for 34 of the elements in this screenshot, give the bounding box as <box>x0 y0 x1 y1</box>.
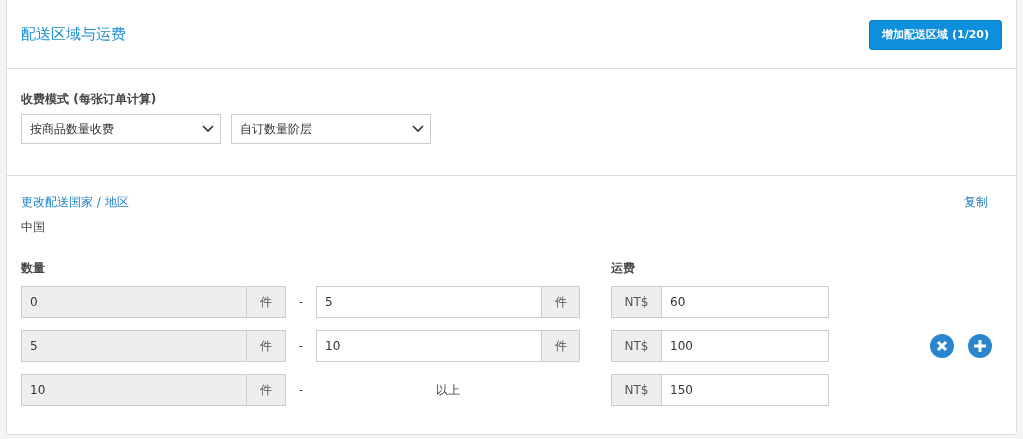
dash-text: - <box>297 295 305 309</box>
max-quantity-field[interactable]: 5 <box>316 286 541 318</box>
min-quantity-field: 10 <box>21 374 246 406</box>
remove-icon[interactable] <box>930 334 954 358</box>
section-title: 配送区域与运费 <box>21 25 126 44</box>
dash-text: - <box>297 383 305 397</box>
currency-label: NT$ <box>611 286 662 318</box>
quantity-label: 数量 <box>21 260 46 277</box>
add-icon[interactable] <box>968 334 992 358</box>
fee-label: 运费 <box>611 260 635 277</box>
fee-field[interactable]: 100 <box>662 330 829 362</box>
chevron-icon <box>202 125 214 133</box>
add-region-button[interactable]: 增加配送区域 (1/20) <box>869 19 1002 50</box>
currency-label: NT$ <box>611 330 662 362</box>
country-text: 中国 <box>21 219 46 236</box>
fee-field[interactable]: 60 <box>662 286 829 318</box>
change-region-link[interactable]: 更改配送国家 / 地区 <box>21 194 129 211</box>
unit-label: 件 <box>246 374 286 406</box>
currency-label: NT$ <box>611 374 662 406</box>
unit-label: 件 <box>246 286 286 318</box>
unit-label: 件 <box>541 330 580 362</box>
select-dropdown[interactable]: 按商品数量收费 <box>21 114 221 144</box>
unit-label: 件 <box>246 330 286 362</box>
fee-field[interactable]: 150 <box>662 374 829 406</box>
open-range-text: 以上 <box>435 381 461 399</box>
max-quantity-field[interactable]: 10 <box>316 330 541 362</box>
copy-link[interactable]: 复制 <box>964 194 988 211</box>
dash-text: - <box>297 339 305 353</box>
select-dropdown[interactable]: 自订数量阶层 <box>231 114 431 144</box>
min-quantity-field: 0 <box>21 286 246 318</box>
fee-mode-label: 收费模式 (每张订单计算) <box>21 91 158 108</box>
chevron-icon <box>412 125 424 133</box>
unit-label: 件 <box>541 286 580 318</box>
min-quantity-field: 5 <box>21 330 246 362</box>
